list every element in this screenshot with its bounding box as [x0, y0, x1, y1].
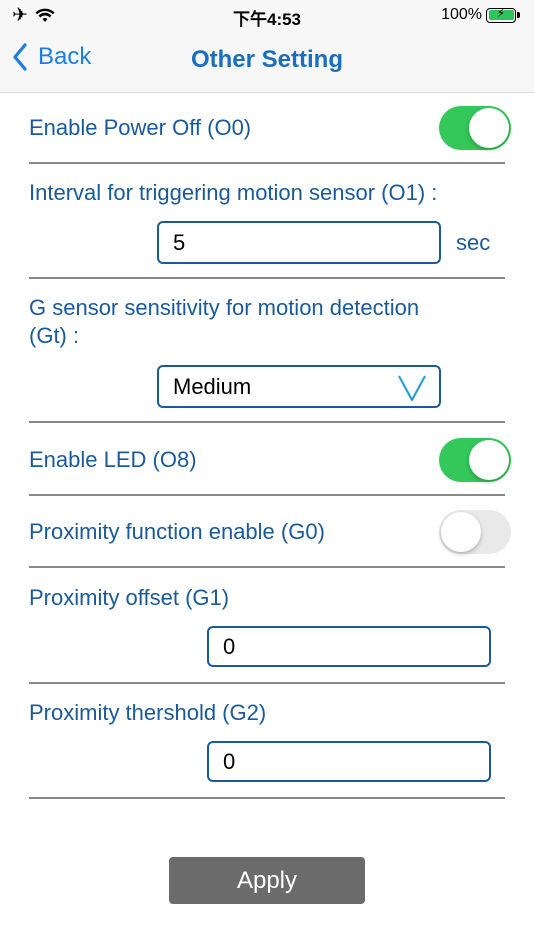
proximity-offset-label: Proximity offset (G1)	[29, 585, 230, 610]
page-title: Other Setting	[190, 46, 343, 73]
interval-value: 5	[173, 229, 186, 255]
status-bar: ✈ 下午4:53 100% ⚡	[0, 0, 534, 30]
proximity-threshold-input[interactable]: 0	[207, 741, 491, 782]
proximity-offset-input[interactable]: 0	[207, 626, 491, 667]
divider	[29, 421, 505, 423]
interval-unit: sec	[456, 230, 491, 255]
proximity-enable-label: Proximity function enable (G0)	[29, 519, 325, 544]
divider	[29, 277, 505, 279]
status-right: 100% ⚡	[441, 6, 520, 24]
g-sensor-dropdown[interactable]: Medium	[157, 365, 441, 408]
divider	[29, 494, 505, 496]
proximity-offset-value: 0	[223, 633, 236, 659]
bolt-icon: ⚡	[496, 5, 506, 20]
interval-label: Interval for triggering motion sensor (O…	[29, 180, 438, 205]
led-toggle[interactable]	[439, 438, 511, 482]
battery-charging-icon: ⚡	[486, 5, 516, 23]
battery-percent: 100%	[441, 6, 482, 23]
power-off-toggle[interactable]	[439, 106, 511, 150]
proximity-threshold-value: 0	[223, 748, 236, 774]
toggle-knob	[469, 108, 509, 148]
g-sensor-label: G sensor sensitivity for motion detectio…	[29, 294, 419, 350]
battery-cap	[517, 12, 520, 18]
g-sensor-label-line1: G sensor sensitivity for motion detectio…	[29, 295, 420, 320]
apply-button[interactable]: Apply	[169, 857, 365, 904]
g-sensor-selected: Medium	[173, 373, 252, 399]
interval-input[interactable]: 5	[157, 221, 441, 264]
toggle-knob	[469, 440, 509, 480]
g-sensor-label-line2: (Gt) :	[29, 323, 80, 348]
chevron-down-icon	[398, 375, 426, 401]
power-off-label: Enable Power Off (O0)	[29, 115, 252, 140]
proximity-enable-toggle[interactable]	[439, 510, 511, 554]
led-label: Enable LED (O8)	[29, 447, 197, 472]
toggle-knob	[441, 512, 481, 552]
divider	[29, 162, 505, 164]
divider	[29, 797, 505, 799]
divider	[29, 566, 505, 568]
navigation-bar: Back Other Setting	[0, 30, 534, 93]
proximity-threshold-label: Proximity thershold (G2)	[29, 700, 267, 725]
divider	[29, 682, 505, 684]
